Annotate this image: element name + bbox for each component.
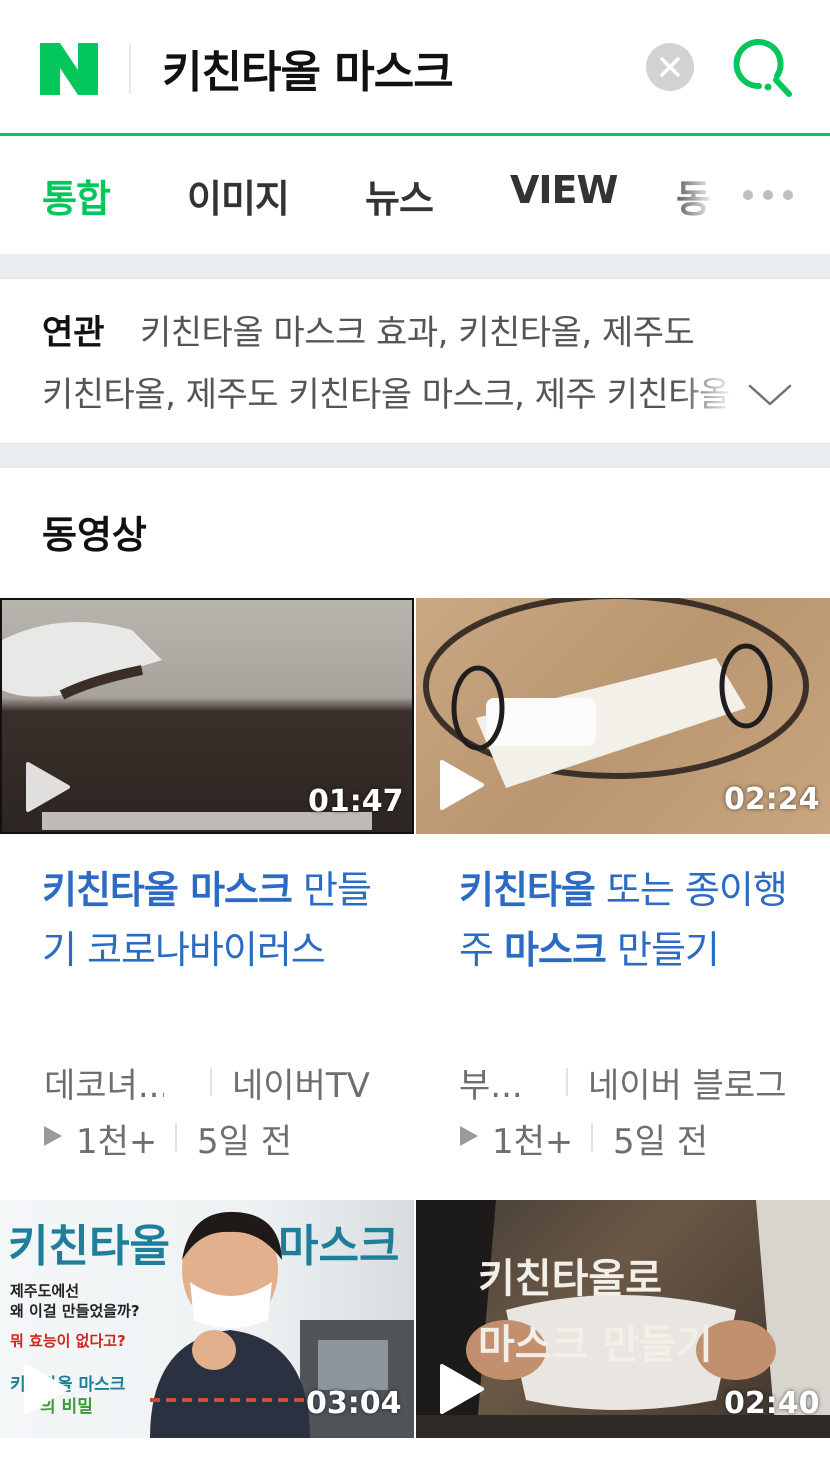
thumb-text: 키친타올로	[478, 1256, 662, 1302]
video-source[interactable]: 네이버 블로그	[588, 1058, 787, 1107]
title-keyword: 키친타올 마스크	[42, 868, 293, 912]
play-icon	[24, 1364, 68, 1414]
video-thumbnail[interactable]: 키친타올로 마스크 만들기 02:40	[416, 1200, 830, 1438]
related-fade	[680, 359, 740, 419]
video-duration: 02:24	[724, 782, 820, 817]
section-title: 동영상	[42, 513, 147, 557]
tab-news[interactable]: 뉴스	[365, 168, 434, 223]
tab-fade	[665, 136, 725, 254]
clear-button[interactable]	[646, 43, 694, 91]
video-author[interactable]: 부...	[459, 1058, 529, 1107]
video-author[interactable]: 데코녀...	[44, 1058, 164, 1107]
tab-all[interactable]: 통합	[42, 168, 111, 223]
upload-date: 5일 전	[613, 1122, 708, 1162]
thumb-text: 왜 이걸 만들었을까?	[10, 1302, 140, 1320]
video-duration: 03:04	[306, 1386, 402, 1421]
thumb-text: 키친타올	[8, 1221, 170, 1272]
play-count-icon	[44, 1126, 62, 1146]
search-icon[interactable]	[732, 38, 794, 100]
upload-date: 5일 전	[197, 1122, 292, 1162]
play-icon	[26, 762, 70, 812]
thumb-text: 뭐 효능이 없다고?	[10, 1332, 126, 1350]
clear-icon	[660, 57, 680, 77]
video-thumbnail[interactable]: 키친타올 마스크 제주도에선 왜 이걸 만들었을까? 뭐 효능이 없다고? 키친…	[0, 1200, 414, 1438]
title-keyword: 키친타올	[459, 868, 596, 912]
section-gap	[0, 444, 830, 468]
related-searches: 연관 키친타올 마스크 효과, 키친타올, 제주도 키친타올, 제주도 키친타올…	[0, 278, 830, 444]
video-thumbnail[interactable]: 01:47	[0, 598, 414, 834]
video-source[interactable]: 네이버TV	[232, 1058, 370, 1107]
thumb-text: 마스크	[278, 1221, 400, 1272]
search-input[interactable]: 키친타올 마스크	[162, 36, 454, 100]
view-count: 1천+	[76, 1122, 158, 1162]
tab-view[interactable]: VIEW	[510, 168, 618, 212]
title-text: 만들기	[605, 928, 720, 972]
play-count-icon	[460, 1126, 478, 1146]
meta-divider	[591, 1123, 593, 1151]
play-icon	[440, 1364, 484, 1414]
meta-divider	[175, 1123, 177, 1151]
related-keywords-line2[interactable]: 키친타올, 제주도 키친타올 마스크, 제주 키친타올	[42, 367, 732, 416]
video-title-link[interactable]: 키친타올 또는 종이행주 마스크 만들기	[459, 860, 789, 980]
thumb-text: 마스크 만들기	[478, 1322, 713, 1368]
chevron-down-icon[interactable]	[748, 382, 792, 408]
related-label: 연관	[42, 313, 105, 353]
thumb-text: 제주도에선	[10, 1282, 80, 1300]
title-keyword: 마스크	[504, 928, 607, 972]
video-title-link[interactable]: 키친타올 마스크 만들기 코로나바이러스	[42, 860, 372, 980]
search-header: 키친타올 마스크	[0, 0, 830, 136]
search-tabs: 통합 이미지 뉴스 VIEW 동	[0, 136, 830, 255]
meta-divider	[566, 1068, 568, 1096]
view-count: 1천+	[492, 1122, 574, 1162]
tab-images[interactable]: 이미지	[187, 168, 290, 223]
naver-logo[interactable]	[40, 43, 98, 95]
video-duration: 01:47	[308, 784, 404, 819]
section-gap	[0, 254, 830, 278]
play-icon	[440, 760, 484, 810]
related-keywords-line1[interactable]: 키친타올 마스크 효과, 키친타올, 제주도	[140, 305, 695, 354]
video-duration: 02:40	[724, 1386, 820, 1421]
meta-divider	[210, 1068, 212, 1096]
header-divider	[129, 44, 131, 94]
video-thumbnail[interactable]: 02:24	[416, 598, 830, 834]
